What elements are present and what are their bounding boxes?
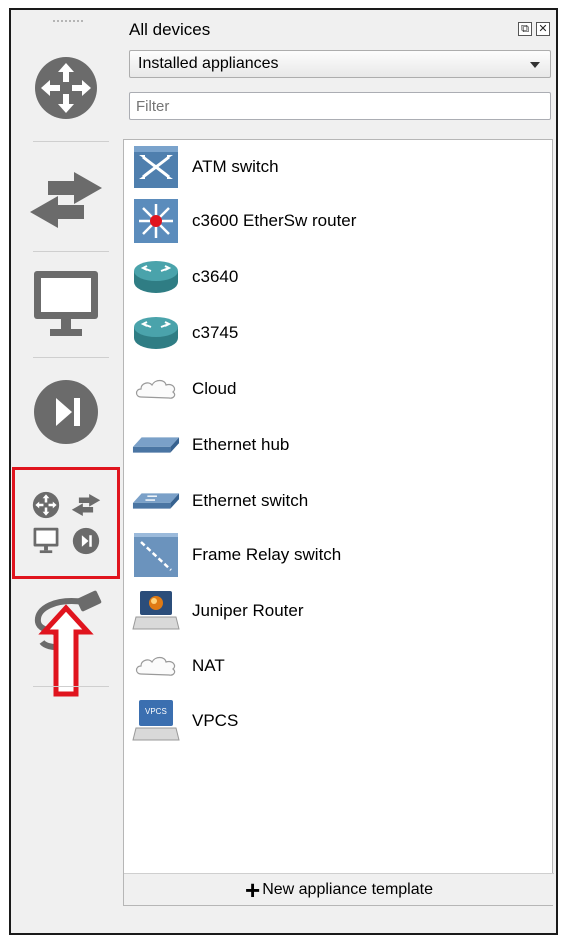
list-item[interactable]: VPCS VPCS	[132, 698, 238, 744]
float-panel-button[interactable]: ⧉	[518, 22, 532, 36]
list-item[interactable]: Cloud	[132, 366, 236, 412]
device-label: Juniper Router	[192, 601, 304, 620]
panel-title: All devices	[129, 20, 211, 39]
list-item[interactable]: Frame Relay switch	[132, 532, 341, 578]
device-label: c3745	[192, 323, 239, 342]
cloud-icon	[132, 366, 180, 412]
highlight-box	[12, 467, 120, 579]
nat-cloud-icon	[132, 643, 180, 689]
toolbar-separator	[33, 251, 109, 252]
juniper-router-icon	[132, 588, 180, 634]
ethernet-hub-icon	[132, 422, 180, 468]
browse-routers-button[interactable]	[11, 48, 121, 128]
device-list: ATM switch c3600 EtherSw router c3640 c3…	[123, 139, 554, 906]
toolbar-grip[interactable]	[53, 20, 83, 26]
etherswitch-router-icon	[132, 198, 180, 244]
new-appliance-template-button[interactable]: + New appliance template	[124, 873, 554, 905]
browse-end-devices-button[interactable]	[11, 260, 121, 350]
device-category-toolbar	[11, 10, 121, 933]
device-label: c3600 EtherSw router	[192, 211, 357, 230]
frame-relay-switch-icon	[132, 532, 180, 578]
dropdown-selected-value: Installed appliances	[138, 55, 279, 72]
device-label: c3640	[192, 267, 239, 286]
list-item[interactable]: c3745	[132, 310, 238, 356]
device-label: NAT	[192, 656, 225, 675]
ethernet-switch-icon	[132, 478, 180, 524]
router-icon	[132, 254, 180, 300]
device-label: Frame Relay switch	[192, 545, 342, 564]
device-label: VPCS	[192, 711, 239, 730]
list-item[interactable]: c3600 EtherSw router	[132, 198, 356, 244]
list-item[interactable]: NAT	[132, 643, 225, 689]
browse-security-devices-button[interactable]	[11, 367, 121, 457]
filter-input[interactable]	[129, 92, 551, 120]
atm-switch-icon	[132, 144, 180, 190]
switch-category-icon	[30, 172, 102, 228]
add-link-icon	[34, 590, 102, 697]
list-item[interactable]: Ethernet switch	[132, 478, 308, 524]
list-item[interactable]: c3640	[132, 254, 238, 300]
vpcs-icon: VPCS	[132, 698, 180, 744]
end-device-category-icon	[34, 271, 98, 336]
device-label: Ethernet hub	[192, 435, 290, 454]
device-label: Ethernet switch	[192, 491, 309, 510]
security-device-category-icon	[34, 380, 98, 444]
vpcs-badge-text: VPCS	[145, 707, 167, 716]
plus-icon: +	[245, 874, 261, 905]
red-arrow-icon	[38, 604, 94, 697]
chevron-down-icon	[530, 62, 540, 68]
device-browser-panel: All devices ⧉ ✕ Installed appliances ATM…	[123, 10, 556, 933]
close-panel-button[interactable]: ✕	[536, 22, 550, 36]
toolbar-separator	[33, 686, 109, 687]
device-label: Cloud	[192, 379, 237, 398]
list-item[interactable]: Ethernet hub	[132, 422, 289, 468]
toolbar-separator	[33, 141, 109, 142]
list-item[interactable]: ATM switch	[132, 144, 279, 190]
new-appliance-label: New appliance template	[262, 880, 433, 898]
list-item[interactable]: Juniper Router	[132, 588, 304, 634]
router-icon	[132, 310, 180, 356]
device-dock-window: All devices ⧉ ✕ Installed appliances ATM…	[9, 8, 558, 935]
router-category-icon	[35, 57, 97, 119]
browse-switches-button[interactable]	[11, 155, 121, 245]
add-link-button[interactable]	[11, 588, 121, 698]
toolbar-separator	[33, 357, 109, 358]
device-type-dropdown[interactable]: Installed appliances	[129, 50, 551, 78]
device-label: ATM switch	[192, 157, 279, 176]
